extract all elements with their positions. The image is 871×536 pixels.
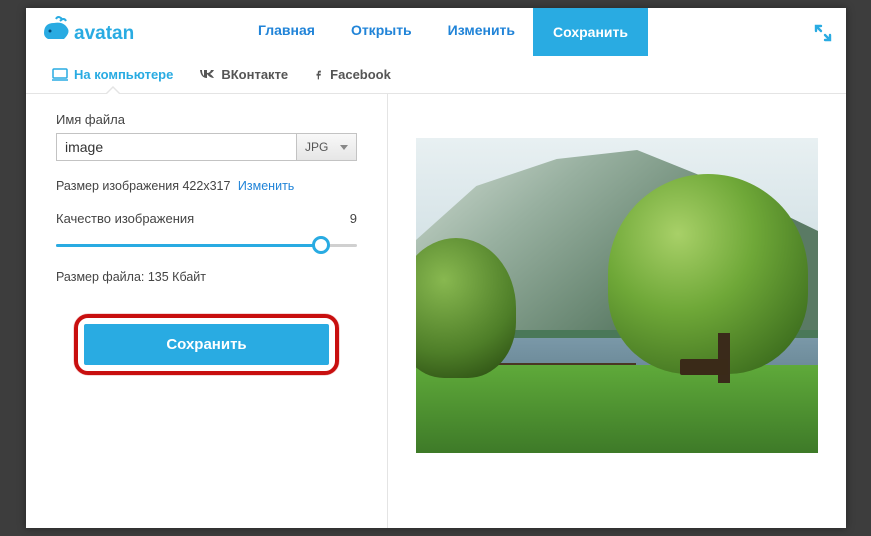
nav-save[interactable]: Сохранить [533,8,648,56]
quality-label: Качество изображения [56,211,194,226]
facebook-icon [314,68,324,82]
brand-logo[interactable]: avatan [40,12,150,52]
subtab-facebook-label: Facebook [330,67,391,82]
filename-input[interactable] [56,133,297,161]
quality-value: 9 [350,211,357,226]
filesize-text: Размер файла: 135 Кбайт [56,270,357,284]
nav-home[interactable]: Главная [240,8,333,56]
brand-text: avatan [74,23,134,44]
format-value: JPG [305,140,328,154]
dimensions-text: Размер изображения 422x317 [56,179,230,193]
slider-fill [56,244,321,247]
subtab-computer[interactable]: На компьютере [52,56,173,93]
save-settings-panel: Имя файла JPG Размер изображения 422x317… [26,94,388,528]
nav-open[interactable]: Открыть [333,8,430,56]
subtab-facebook[interactable]: Facebook [314,56,391,93]
save-highlight: Сохранить [74,314,339,375]
quality-slider[interactable] [56,236,357,256]
format-select[interactable]: JPG [297,133,357,161]
subtab-computer-label: На компьютере [74,67,173,82]
change-dimensions-link[interactable]: Изменить [238,179,294,193]
slider-thumb[interactable] [312,236,330,254]
save-button[interactable]: Сохранить [84,324,329,365]
image-preview [416,138,818,453]
subtab-vk[interactable]: ВКонтакте [199,56,288,93]
chevron-down-icon [340,145,348,150]
subtab-vk-label: ВКонтакте [221,67,288,82]
nav-edit[interactable]: Изменить [430,8,533,56]
vk-icon [199,68,215,82]
computer-icon [52,68,68,82]
filename-label: Имя файла [56,112,357,127]
fullscreen-icon[interactable] [814,24,832,47]
